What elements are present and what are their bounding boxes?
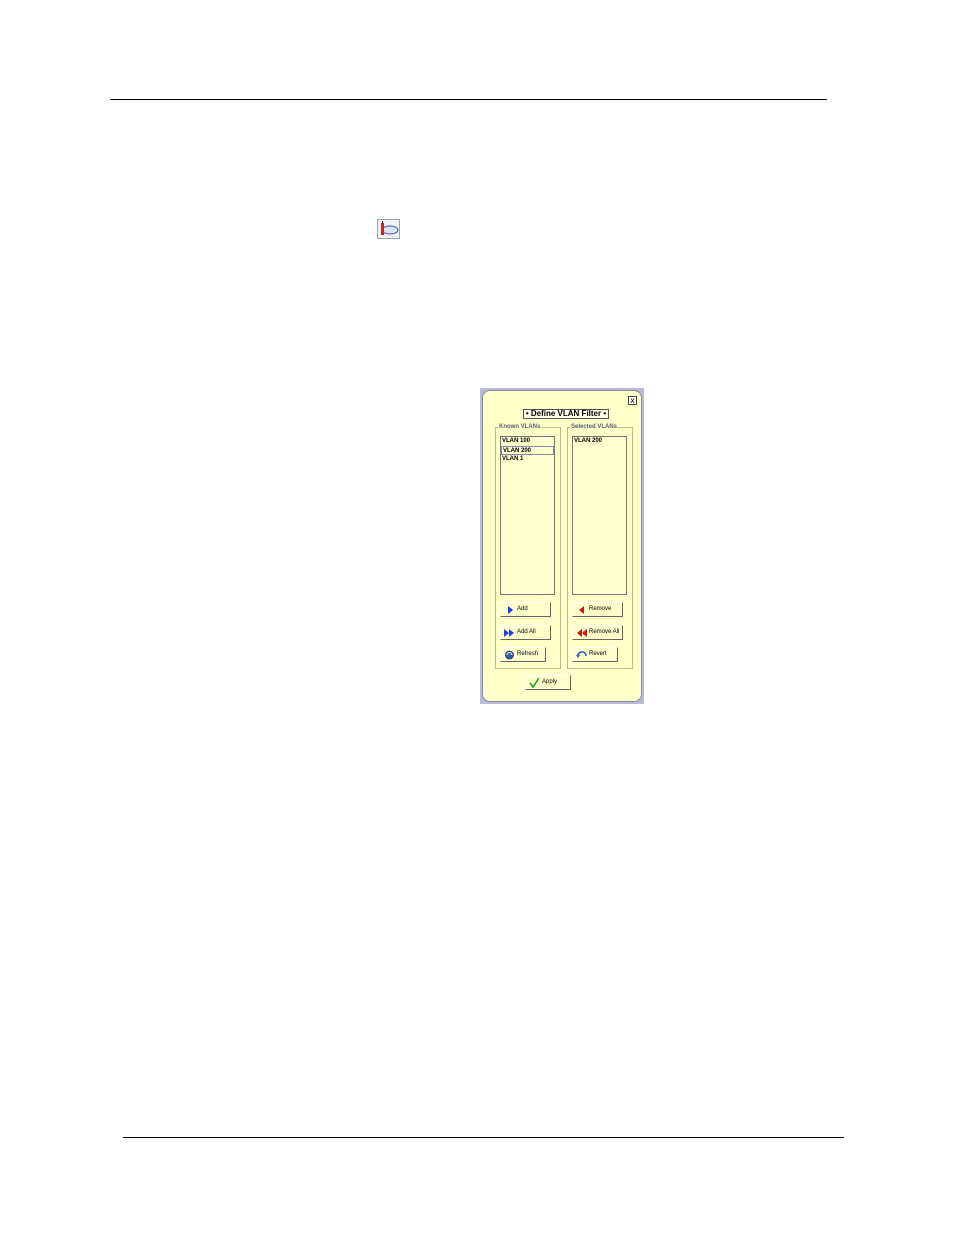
close-button[interactable]: x [628,396,637,405]
refresh-icon [505,650,514,660]
apply-button-label: Apply [542,679,558,685]
known-vlans-list[interactable]: VLAN 100 VLAN 200 VLAN 1 [500,436,555,595]
footer-rule [123,1137,844,1138]
revert-button[interactable]: Revert [572,647,618,662]
define-vlan-filter-dialog: x • Define VLAN Filter • Known VLANs VLA… [480,388,644,704]
dialog-body: x • Define VLAN Filter • Known VLANs VLA… [482,390,642,702]
list-item[interactable]: VLAN 200 [501,446,554,455]
revert-icon [576,651,587,658]
selected-vlans-group: Selected VLANs VLAN 200 Remove Remove Al… [567,423,633,669]
revert-button-label: Revert [589,651,607,657]
double-arrow-left-icon [577,629,587,637]
remove-button[interactable]: Remove [572,602,623,617]
remove-all-button-label: Remove All [589,629,620,635]
add-all-button[interactable]: Add All [500,625,551,640]
remove-button-label: Remove [589,606,612,612]
remove-all-button[interactable]: Remove All [572,625,623,640]
refresh-button-label: Refresh [517,651,539,657]
refresh-button[interactable]: Refresh [500,647,546,662]
arrow-right-icon [508,606,513,614]
dialog-title: • Define VLAN Filter • [523,409,609,419]
list-item[interactable]: VLAN 1 [501,455,554,464]
known-vlans-label: Known VLANs [498,423,542,431]
list-item[interactable]: VLAN 100 [501,437,554,446]
double-arrow-right-icon [504,629,514,637]
list-item[interactable]: VLAN 200 [573,437,626,446]
add-all-button-label: Add All [517,629,536,635]
add-button-label: Add [517,606,528,612]
filter-tool-icon [377,219,400,239]
apply-button[interactable]: Apply [525,675,571,690]
checkmark-icon [529,678,540,688]
known-vlans-group: Known VLANs VLAN 100 VLAN 200 VLAN 1 Add… [495,423,561,669]
arrow-left-icon [579,606,584,614]
selected-vlans-list[interactable]: VLAN 200 [572,436,627,595]
header-rule [110,99,827,100]
selected-vlans-label: Selected VLANs [570,423,619,431]
add-button[interactable]: Add [500,602,551,617]
